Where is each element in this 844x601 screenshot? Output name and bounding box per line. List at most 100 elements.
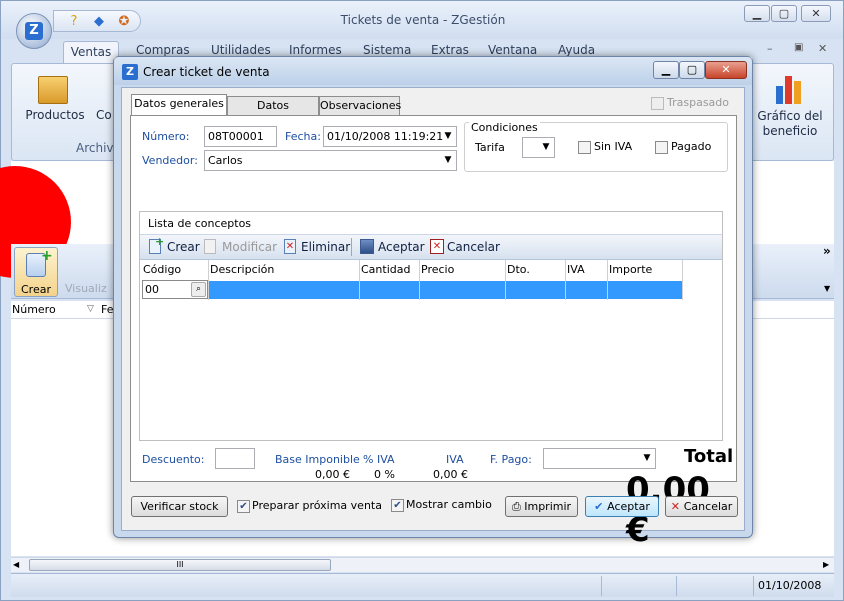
co-button[interactable]: Co bbox=[96, 108, 112, 122]
fpago-select[interactable]: ▼ bbox=[543, 448, 656, 469]
sin-iva-checkbox[interactable] bbox=[578, 141, 591, 154]
col-iva[interactable]: IVA bbox=[567, 263, 585, 276]
tab-datos-adicionales[interactable]: Datos adicionales bbox=[227, 96, 319, 130]
codigo-value: 00 bbox=[145, 283, 159, 296]
porcentaje-iva-value: 0 % bbox=[374, 468, 395, 481]
statusbar: 01/10/2008 bbox=[11, 573, 834, 597]
crear-ticket-dialog: Z Crear ticket de venta ▁ ▢ ✕ Datos gene… bbox=[113, 56, 753, 550]
tab-datos-generales[interactable]: Datos generales bbox=[131, 94, 227, 117]
overflow-chevron-icon[interactable]: » bbox=[823, 244, 831, 258]
crear-label: Crear bbox=[21, 283, 51, 296]
vendedor-label: Vendedor: bbox=[142, 154, 198, 167]
table-row[interactable] bbox=[208, 281, 682, 299]
chevron-down-icon[interactable]: ▼ bbox=[540, 140, 552, 155]
vendedor-select[interactable]: Carlos ▼ bbox=[204, 150, 457, 171]
chevron-down-icon[interactable]: ▼ bbox=[442, 153, 454, 168]
dialog-maximize-button[interactable]: ▢ bbox=[679, 61, 705, 79]
ribbon-close-icon[interactable]: ✕ bbox=[818, 42, 827, 55]
crear-toolbar-button[interactable]: + Crear bbox=[14, 247, 58, 297]
ribbon-restore-icon[interactable]: ▣ bbox=[794, 42, 803, 53]
tab-informes[interactable]: Informes bbox=[289, 43, 342, 57]
cancelar-label: Cancelar bbox=[683, 500, 733, 513]
productos-button[interactable]: Productos bbox=[22, 108, 88, 122]
check-icon: ✔ bbox=[594, 500, 608, 513]
tab-ventana[interactable]: Ventana bbox=[488, 43, 537, 57]
aceptar-label: Aceptar bbox=[607, 500, 650, 513]
tab-utilidades[interactable]: Utilidades bbox=[211, 43, 271, 57]
close-icon: ✕ bbox=[670, 500, 684, 513]
dropdown-arrow-icon[interactable]: ▼ bbox=[824, 284, 830, 293]
imprimir-label: Imprimir bbox=[524, 500, 572, 513]
maximize-button[interactable]: ▢ bbox=[771, 5, 797, 22]
tab-extras[interactable]: Extras bbox=[431, 43, 469, 57]
tab-observaciones[interactable]: Observaciones bbox=[319, 96, 401, 116]
dialog-titlebar: Z Crear ticket de venta ▁ ▢ ✕ bbox=[114, 57, 752, 85]
col-numero[interactable]: Número bbox=[12, 303, 56, 316]
tarifa-select[interactable]: ▼ bbox=[522, 137, 555, 158]
horizontal-scrollbar[interactable]: ◀ III ▶ bbox=[11, 557, 834, 572]
conceptos-eliminar-button[interactable]: Eliminar bbox=[301, 240, 350, 254]
iva-label: IVA bbox=[446, 453, 464, 466]
dialog-minimize-button[interactable]: ▁ bbox=[653, 61, 679, 79]
col-codigo[interactable]: Código bbox=[143, 263, 181, 276]
col-importe[interactable]: Importe bbox=[609, 263, 652, 276]
filter-icon[interactable]: ▽ bbox=[87, 304, 94, 314]
chevron-down-icon[interactable]: ▼ bbox=[442, 129, 454, 144]
conceptos-crear-button[interactable]: Crear bbox=[167, 240, 200, 254]
tab-ayuda[interactable]: Ayuda bbox=[558, 43, 595, 57]
conceptos-modificar-button[interactable]: Modificar bbox=[222, 240, 277, 254]
fpago-label: F. Pago: bbox=[490, 453, 532, 466]
col-cantidad[interactable]: Cantidad bbox=[361, 263, 410, 276]
grafico-beneficio-label-1[interactable]: Gráfico del bbox=[754, 109, 826, 123]
chart-icon bbox=[774, 72, 808, 104]
porcentaje-iva-label: % IVA bbox=[363, 453, 395, 466]
conceptos-title: Lista de conceptos bbox=[148, 217, 252, 230]
pagado-checkbox[interactable] bbox=[655, 141, 668, 154]
col-dto[interactable]: Dto. bbox=[507, 263, 530, 276]
sin-iva-label: Sin IVA bbox=[594, 140, 633, 153]
conceptos-aceptar-button[interactable]: Aceptar bbox=[378, 240, 425, 254]
fecha-field[interactable]: 01/10/2008 11:19:21 ▼ bbox=[323, 126, 457, 147]
tab-sistema[interactable]: Sistema bbox=[363, 43, 411, 57]
tab-compras[interactable]: Compras bbox=[136, 43, 190, 57]
status-date: 01/10/2008 bbox=[758, 579, 822, 592]
base-imponible-label: Base Imponible bbox=[275, 453, 360, 466]
col-fecha[interactable]: Fe bbox=[101, 303, 114, 316]
col-precio[interactable]: Precio bbox=[421, 263, 454, 276]
codigo-cell-input[interactable]: 00 ⌕ bbox=[142, 280, 208, 299]
imprimir-button[interactable]: ⎙ Imprimir bbox=[505, 496, 578, 517]
chevron-down-icon[interactable]: ▼ bbox=[641, 451, 653, 466]
dialog-close-button[interactable]: ✕ bbox=[705, 61, 747, 79]
scroll-right-icon[interactable]: ▶ bbox=[823, 560, 829, 569]
tarifa-label: Tarifa bbox=[475, 141, 505, 154]
cancel-icon: ✕ bbox=[430, 239, 444, 254]
conceptos-toolbar: + Crear Modificar ✕ Eliminar Aceptar ✕ C… bbox=[140, 234, 722, 260]
traspasado-checkbox[interactable] bbox=[651, 97, 664, 110]
numero-field[interactable]: 08T00001 bbox=[204, 126, 277, 147]
ribbon-minimize-icon[interactable]: – bbox=[767, 42, 773, 55]
tab-ventas[interactable]: Ventas bbox=[63, 41, 119, 63]
iva-value: 0,00 € bbox=[433, 468, 468, 481]
col-descripcion[interactable]: Descripción bbox=[210, 263, 274, 276]
descuento-field[interactable] bbox=[215, 448, 255, 469]
minimize-button[interactable]: ▁ bbox=[744, 5, 770, 22]
visualizar-button[interactable]: Visualiz bbox=[65, 282, 107, 295]
aceptar-button[interactable]: ✔ Aceptar bbox=[585, 496, 659, 517]
close-button[interactable]: ✕ bbox=[801, 5, 831, 22]
search-icon[interactable]: ⌕ bbox=[191, 282, 206, 297]
traspasado-label: Traspasado bbox=[667, 96, 730, 109]
conceptos-cancelar-button[interactable]: Cancelar bbox=[447, 240, 500, 254]
cancelar-button[interactable]: ✕ Cancelar bbox=[665, 496, 738, 517]
app-icon: Z bbox=[122, 64, 138, 80]
conceptos-panel: Lista de conceptos + Crear Modificar ✕ E… bbox=[139, 211, 723, 441]
archivo-group-label: Archiv bbox=[76, 141, 114, 155]
verificar-stock-button[interactable]: Verificar stock bbox=[131, 496, 228, 517]
tab-panel-datos-generales: Número: 08T00001 Fecha: 01/10/2008 11:19… bbox=[130, 115, 737, 550]
mostrar-cambio-checkbox[interactable] bbox=[391, 499, 404, 512]
scroll-thumb[interactable]: III bbox=[29, 559, 331, 571]
preparar-proxima-checkbox[interactable] bbox=[237, 500, 250, 513]
delete-icon: ✕ bbox=[284, 239, 296, 254]
grafico-beneficio-label-2[interactable]: beneficio bbox=[754, 124, 826, 138]
scroll-left-icon[interactable]: ◀ bbox=[13, 560, 19, 569]
printer-icon: ⎙ bbox=[511, 500, 525, 513]
